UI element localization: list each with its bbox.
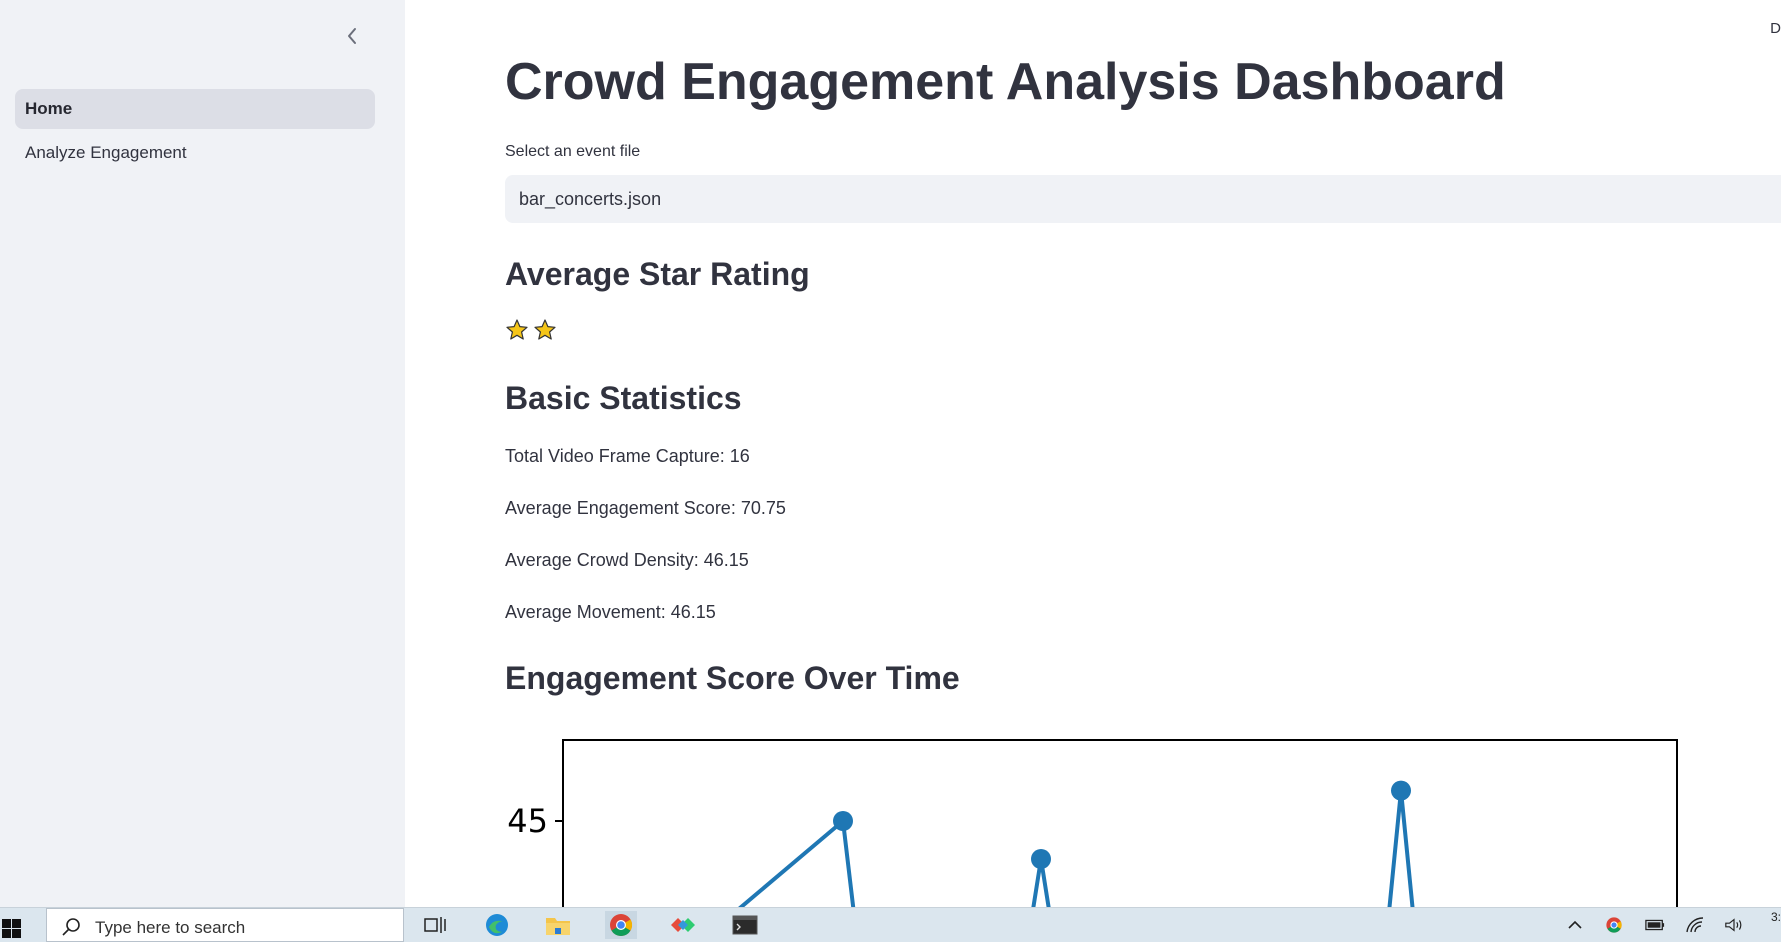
page-title: Crowd Engagement Analysis Dashboard bbox=[505, 53, 1506, 111]
chart-heading: Engagement Score Over Time bbox=[505, 660, 960, 696]
terminal-icon bbox=[732, 915, 758, 935]
edge-icon bbox=[486, 914, 508, 936]
sidebar-item-label: Home bbox=[25, 99, 73, 118]
chevron-left-icon bbox=[348, 28, 356, 44]
collapse-sidebar-button[interactable] bbox=[340, 24, 364, 48]
chart-series bbox=[738, 780, 1415, 907]
search-icon bbox=[62, 918, 80, 936]
select-label: Select an event file bbox=[505, 143, 641, 160]
task-view-button[interactable] bbox=[419, 911, 451, 939]
windows-icon bbox=[2, 919, 21, 938]
dev-tool-icon bbox=[671, 918, 695, 932]
sidebar: Home Analyze Engagement bbox=[0, 0, 405, 907]
chrome-icon[interactable] bbox=[1604, 916, 1624, 934]
start-button[interactable] bbox=[0, 908, 44, 942]
file-explorer-button[interactable] bbox=[542, 911, 574, 939]
engagement-line-chart: 0.45 bbox=[505, 739, 1678, 907]
search-placeholder: Type here to search bbox=[95, 918, 246, 937]
data-point bbox=[833, 811, 853, 831]
terminal-button[interactable] bbox=[729, 911, 761, 939]
file-explorer-icon bbox=[546, 918, 570, 935]
event-file-select[interactable]: bar_concerts.json bbox=[505, 175, 1781, 223]
chrome-icon bbox=[610, 914, 632, 936]
stat-engagement-score: Average Engagement Score: 70.75 bbox=[505, 498, 786, 518]
star-rating bbox=[505, 318, 557, 342]
sidebar-item-home[interactable]: Home bbox=[15, 89, 375, 129]
sidebar-item-analyze-engagement[interactable]: Analyze Engagement bbox=[15, 133, 375, 173]
star-icon bbox=[506, 319, 528, 340]
battery-icon[interactable] bbox=[1645, 916, 1665, 934]
chevron-up-icon[interactable] bbox=[1565, 916, 1585, 934]
wifi-icon[interactable] bbox=[1685, 916, 1705, 934]
taskbar: Type here to search 3: bbox=[0, 907, 1781, 942]
data-point bbox=[1031, 849, 1051, 869]
deploy-button[interactable]: D bbox=[1770, 20, 1781, 37]
task-view-icon bbox=[424, 917, 446, 933]
stat-total-frames: Total Video Frame Capture: 16 bbox=[505, 446, 750, 466]
sidebar-nav: Home Analyze Engagement bbox=[15, 89, 375, 177]
y-tick-label: 0.45 bbox=[505, 802, 548, 840]
dev-tool-button[interactable] bbox=[667, 911, 699, 939]
edge-button[interactable] bbox=[481, 911, 513, 939]
data-point bbox=[1391, 780, 1411, 801]
chrome-button[interactable] bbox=[605, 911, 637, 939]
main-content: D Crowd Engagement Analysis Dashboard Se… bbox=[405, 0, 1781, 907]
sidebar-item-label: Analyze Engagement bbox=[25, 143, 187, 162]
stat-movement: Average Movement: 46.15 bbox=[505, 602, 716, 622]
taskbar-search[interactable]: Type here to search bbox=[46, 908, 404, 942]
volume-icon[interactable] bbox=[1724, 916, 1744, 934]
taskbar-clock[interactable]: 3: bbox=[1771, 910, 1781, 924]
rating-heading: Average Star Rating bbox=[505, 256, 810, 292]
plot-frame bbox=[562, 739, 1678, 907]
star-icon bbox=[534, 319, 556, 340]
series-line bbox=[738, 788, 1415, 907]
select-value: bar_concerts.json bbox=[519, 188, 662, 209]
stats-heading: Basic Statistics bbox=[505, 380, 742, 416]
stat-crowd-density: Average Crowd Density: 46.15 bbox=[505, 550, 749, 570]
